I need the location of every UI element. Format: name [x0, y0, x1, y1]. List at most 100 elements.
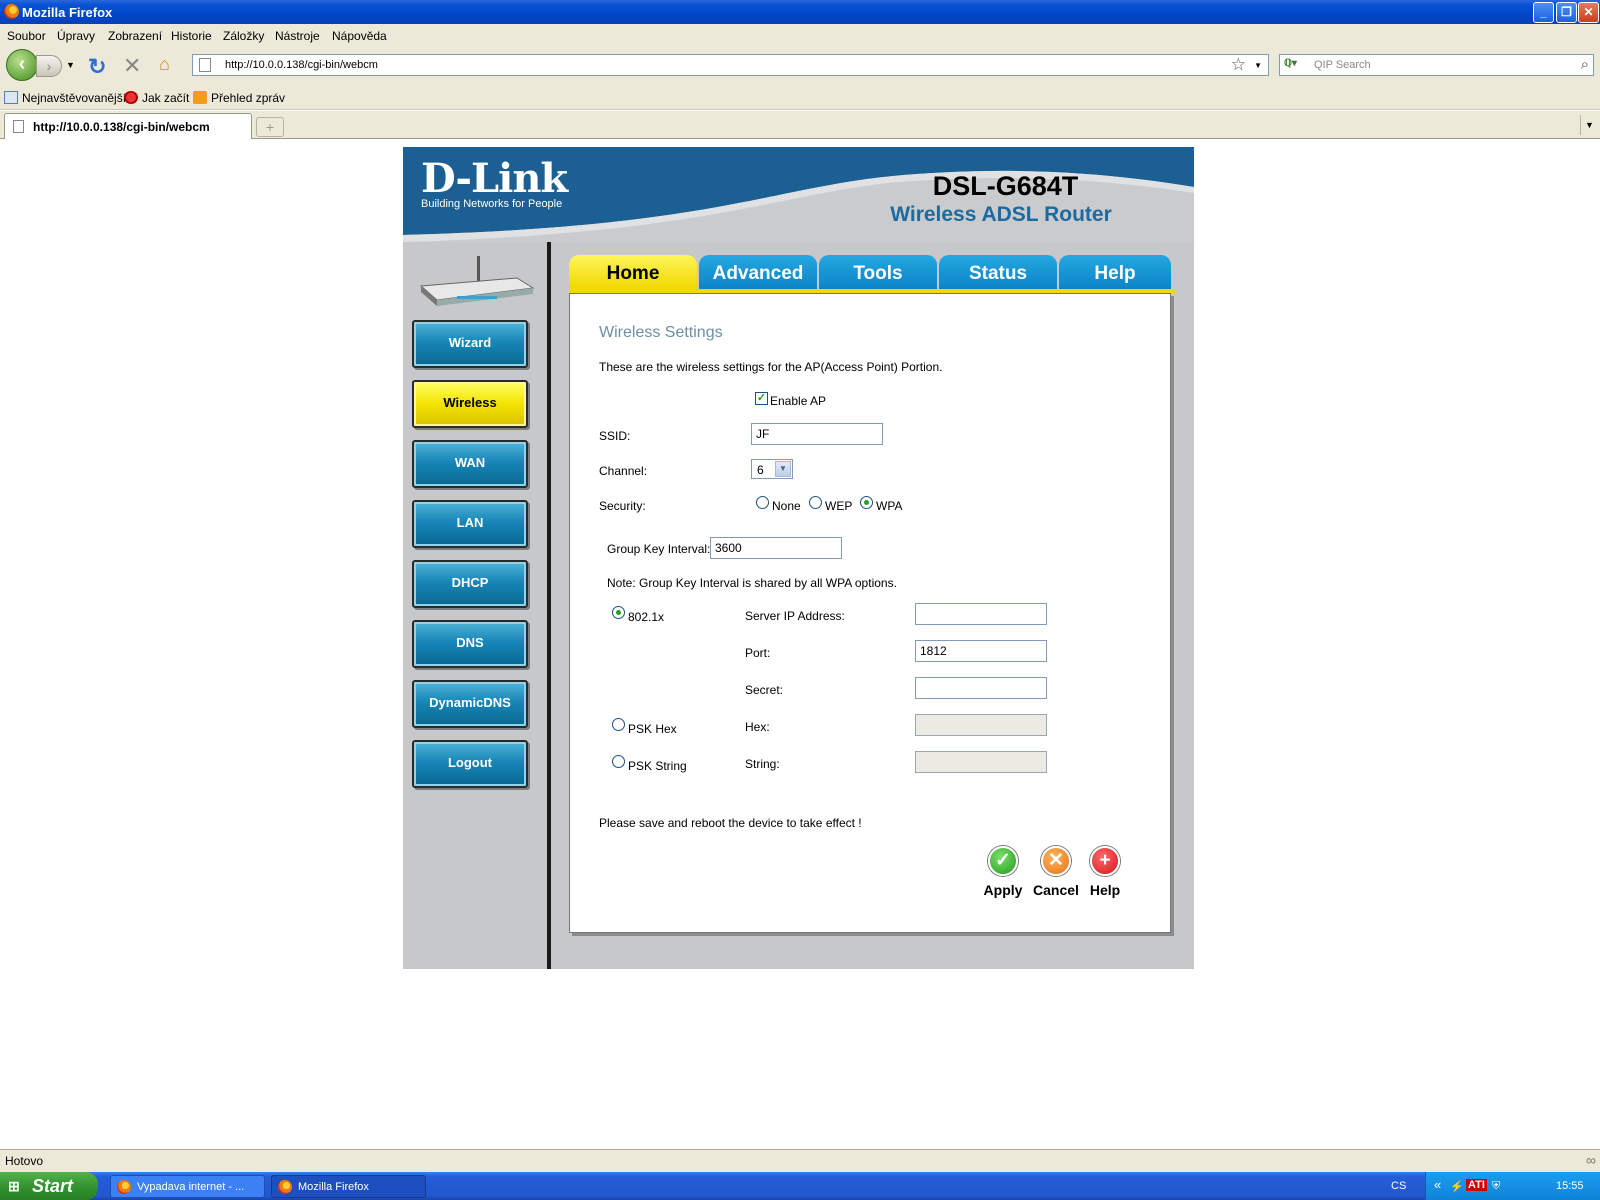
dlink-tagline: Building Networks for People	[421, 198, 563, 210]
channel-label: Channel:	[599, 464, 648, 478]
rss-icon	[193, 91, 207, 104]
reboot-note: Please save and reboot the device to tak…	[599, 816, 862, 830]
new-tab-button[interactable]: +	[256, 117, 284, 137]
menu-upravy[interactable]: Úpravy	[57, 29, 95, 43]
tab-status[interactable]: Status	[939, 255, 1057, 289]
address-bar[interactable]: http://10.0.0.138/cgi-bin/webcm ☆ ▼	[192, 54, 1269, 76]
browser-tab[interactable]: http://10.0.0.138/cgi-bin/webcm	[4, 113, 252, 139]
sidebar-wizard[interactable]: Wizard	[412, 320, 528, 368]
tab-tools[interactable]: Tools	[819, 255, 937, 289]
forward-button[interactable]: ›	[36, 55, 62, 77]
enable-ap-checkbox[interactable]: ✓	[755, 392, 768, 405]
router-page: D-Link Building Networks for People DSL-…	[403, 147, 1194, 969]
taskbar-item-firefox[interactable]: Mozilla Firefox	[271, 1175, 426, 1198]
menu-bar: Soubor Úpravy Zobrazení Historie Záložky…	[0, 24, 1600, 46]
language-indicator[interactable]: CS	[1391, 1180, 1406, 1192]
port-label: Port:	[745, 646, 771, 660]
ssid-input[interactable]: JF	[751, 423, 883, 445]
bookmark-news-feed[interactable]: Přehled zpráv	[193, 91, 285, 105]
clock[interactable]: 15:55	[1556, 1180, 1584, 1192]
sidebar-lan[interactable]: LAN	[412, 500, 528, 548]
sidebar-dns[interactable]: DNS	[412, 620, 528, 668]
mode-8021x-label: 802.1x	[628, 610, 665, 624]
page-icon	[13, 120, 24, 133]
menu-nastroje[interactable]: Nástroje	[275, 29, 320, 43]
mode-8021x-radio[interactable]	[612, 606, 625, 619]
stop-icon[interactable]: ✕	[123, 53, 141, 79]
search-input[interactable]: QIP Search	[1314, 59, 1371, 71]
bookmark-star-icon[interactable]: ☆	[1231, 55, 1246, 75]
sidebar-dynamicdns[interactable]: DynamicDNS	[412, 680, 528, 728]
reload-icon[interactable]: ↻	[88, 54, 106, 80]
string-label: String:	[745, 757, 780, 771]
channel-select[interactable]: 6 ▼	[751, 459, 793, 479]
ati-icon[interactable]: ATI	[1466, 1179, 1487, 1191]
hex-label: Hex:	[745, 720, 770, 734]
url-dropdown-icon[interactable]: ▼	[1254, 61, 1262, 70]
apply-button[interactable]: ✓ Apply	[973, 846, 1033, 898]
chevron-down-icon[interactable]: ▼	[775, 461, 791, 477]
home-icon[interactable]: ⌂	[159, 54, 170, 75]
help-button[interactable]: + Help	[1075, 846, 1135, 898]
tab-advanced[interactable]: Advanced	[699, 255, 817, 289]
search-box[interactable]: ℚ▾ QIP Search ⌕	[1279, 54, 1594, 76]
firefox-icon	[278, 1180, 292, 1194]
tab-home[interactable]: Home	[569, 255, 697, 289]
tab-help[interactable]: Help	[1059, 255, 1171, 289]
security-wpa-radio[interactable]	[860, 496, 873, 509]
system-tray: CS « ⚡ ATI ⛨ 15:55	[1391, 1172, 1600, 1200]
start-button[interactable]: ⊞ Start	[0, 1172, 98, 1200]
history-dropdown-icon[interactable]: ▼	[66, 60, 75, 70]
router-banner: D-Link Building Networks for People DSL-…	[403, 147, 1194, 242]
mode-psk-string-radio[interactable]	[612, 755, 625, 768]
security-none-radio[interactable]	[756, 496, 769, 509]
bookmark-most-visited[interactable]: Nejnavštěvovanější	[4, 91, 126, 105]
address-url[interactable]: http://10.0.0.138/cgi-bin/webcm	[225, 59, 378, 71]
server-ip-label: Server IP Address:	[745, 609, 845, 623]
menu-zalozky[interactable]: Záložky	[223, 29, 264, 43]
sidebar-wireless[interactable]: Wireless	[412, 380, 528, 428]
minimize-button[interactable]: _	[1533, 2, 1554, 23]
intro-text: These are the wireless settings for the …	[599, 360, 943, 374]
shield-icon[interactable]: ⛨	[1492, 1180, 1500, 1193]
secret-input[interactable]	[915, 677, 1047, 699]
search-engine-icon[interactable]: ℚ▾	[1284, 58, 1304, 72]
enable-ap-label: Enable AP	[770, 394, 827, 408]
back-button[interactable]: ‹	[6, 49, 38, 81]
secret-label: Secret:	[745, 683, 784, 697]
plus-icon: +	[1090, 846, 1120, 876]
taskbar-item-forum[interactable]: Vypadava internet - ...	[110, 1175, 265, 1198]
search-icon[interactable]: ⌕	[1581, 56, 1589, 73]
security-wpa-label: WPA	[876, 499, 903, 513]
group-key-input[interactable]: 3600	[710, 537, 842, 559]
menu-historie[interactable]: Historie	[171, 29, 212, 43]
sidebar-dhcp[interactable]: DHCP	[412, 560, 528, 608]
dlink-logo: D-Link	[421, 155, 568, 202]
ssid-label: SSID:	[599, 429, 631, 443]
most-visited-icon	[4, 91, 18, 104]
close-button[interactable]: ✕	[1578, 2, 1599, 23]
sidebar-wan[interactable]: WAN	[412, 440, 528, 488]
tab-list-dropdown-icon[interactable]: ▼	[1580, 115, 1598, 135]
window-title: Mozilla Firefox	[22, 5, 113, 20]
page-viewport: D-Link Building Networks for People DSL-…	[0, 140, 1600, 1146]
menu-napoveda[interactable]: Nápověda	[332, 29, 387, 43]
maximize-button[interactable]: ❐	[1556, 2, 1577, 23]
cancel-x-icon: ✕	[1041, 846, 1071, 876]
windows-logo-icon: ⊞	[8, 1178, 20, 1194]
mode-psk-hex-radio[interactable]	[612, 718, 625, 731]
sidebar-logout[interactable]: Logout	[412, 740, 528, 788]
firefox-icon	[117, 1180, 131, 1194]
menu-zobrazeni[interactable]: Zobrazení	[108, 29, 162, 43]
bookmark-getting-started[interactable]: Jak začít	[124, 91, 189, 105]
security-wep-label: WEP	[825, 499, 853, 513]
page-icon	[199, 58, 211, 72]
port-input[interactable]: 1812	[915, 640, 1047, 662]
server-ip-input[interactable]	[915, 603, 1047, 625]
menu-soubor[interactable]: Soubor	[7, 29, 46, 43]
security-wep-radio[interactable]	[809, 496, 822, 509]
group-key-note: Note: Group Key Interval is shared by al…	[607, 576, 897, 590]
security-label: Security:	[599, 499, 646, 513]
tray-arrow-icon[interactable]: «	[1434, 1177, 1441, 1192]
network-icon[interactable]: ⚡	[1450, 1180, 1464, 1193]
